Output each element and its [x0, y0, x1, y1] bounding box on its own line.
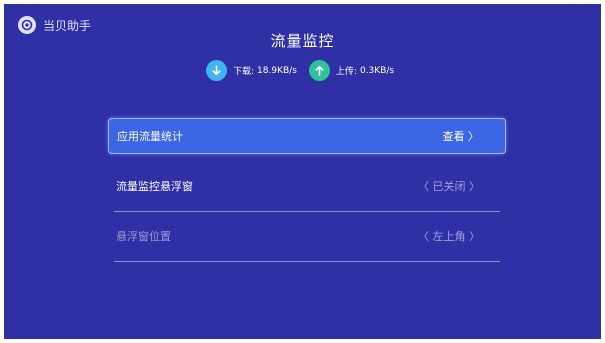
- upload-value: 0.3KB/s: [359, 65, 395, 76]
- floating-window-label: 流量监控悬浮窗: [116, 180, 193, 193]
- tv-screen: 当贝助手 流量监控 下载: 18.9KB/s 上传: 0.3KB/s 应用流量统…: [4, 4, 601, 339]
- download-value: 18.9KB/s: [257, 65, 297, 76]
- floating-window-value[interactable]: 〈 已关闭 〉: [418, 178, 480, 194]
- floating-window-position-label: 悬浮窗位置: [116, 230, 171, 243]
- app-traffic-stats-label: 应用流量统计: [117, 130, 183, 143]
- floating-window-toggle-item[interactable]: 流量监控悬浮窗 〈 已关闭 〉: [108, 168, 506, 212]
- floating-window-position-item[interactable]: 悬浮窗位置 〈 左上角 〉: [108, 218, 506, 262]
- settings-menu: 应用流量统计 查看 〉 流量监控悬浮窗 〈 已关闭 〉 悬浮窗位置 〈 左上角 …: [108, 118, 506, 262]
- arrow-up-icon: [308, 60, 330, 81]
- traffic-stats: 下载: 18.9KB/s 上传: 0.3KB/s: [206, 60, 394, 81]
- upload-stat: 上传: 0.3KB/s: [308, 60, 395, 81]
- app-traffic-stats-item[interactable]: 应用流量统计 查看 〉: [108, 118, 506, 154]
- upload-label: 上传:: [335, 67, 357, 77]
- download-label: 下载:: [233, 67, 255, 77]
- download-stat: 下载: 18.9KB/s: [206, 60, 297, 81]
- view-link[interactable]: 查看 〉: [443, 128, 480, 144]
- page-title: 流量监控: [270, 32, 335, 50]
- arrow-down-icon: [206, 60, 227, 81]
- floating-window-position-value[interactable]: 〈 左上角 〉: [418, 228, 480, 244]
